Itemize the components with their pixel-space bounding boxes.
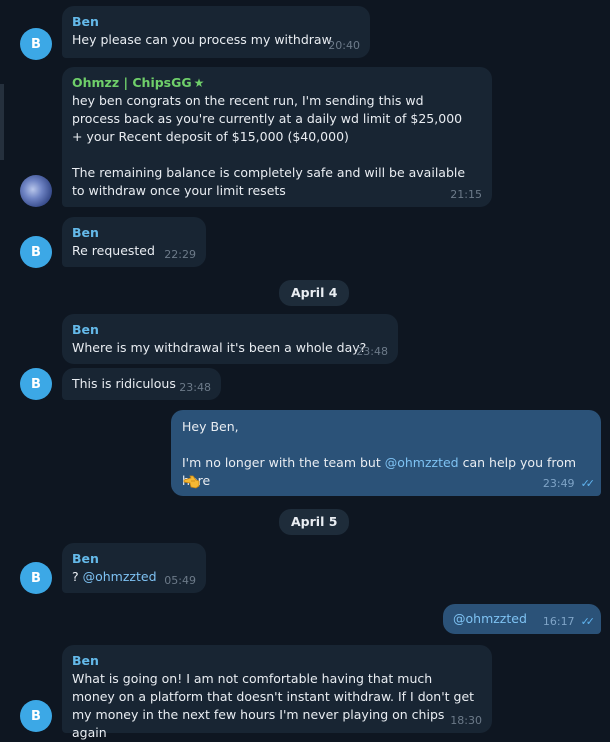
message-text: What is going on! I am not comfortable h… [72,671,479,740]
message-time: 18:30 [450,714,482,727]
message-time: 21:15 [450,188,482,201]
double-check-icon: ✓✓ [580,477,596,490]
message-text: Where is my withdrawal it's been a whole… [72,340,367,355]
message-bubble[interactable]: Ben Re requested 22:29 [62,217,206,267]
message-bubble[interactable]: Ben Where is my withdrawal it's been a w… [62,314,398,364]
sender-name[interactable]: Ben [72,550,196,568]
sender-name[interactable]: Ben [72,652,482,670]
scroll-edge [0,84,4,160]
mention-link[interactable]: @ohmzzted [453,611,527,626]
avatar-ben[interactable]: B [20,236,52,268]
avatar-ohmzz[interactable] [20,175,52,207]
avatar-initial: B [31,708,41,724]
time-text: 23:49 [542,477,575,490]
avatar-initial: B [31,36,41,52]
date-separator: April 5 [279,509,350,535]
sender-name[interactable]: Ben [72,224,196,242]
avatar-initial: B [31,244,41,260]
avatar-initial: B [31,376,41,392]
double-check-icon: ✓✓ [580,615,596,628]
sender-name[interactable]: Ben [72,321,388,339]
message-time: 23:49 ✓✓ [542,477,596,490]
message-text-part: I'm no longer with the team but [182,455,385,470]
message-time: 20:40 [328,39,360,52]
avatar-ben[interactable]: B [20,368,52,400]
star-icon: ★ [193,76,205,90]
sender-row: Ohmzz | ChipsGG ★ [72,74,482,92]
message-time: 05:49 [164,574,196,587]
avatar-ben[interactable]: B [20,28,52,60]
message-text: Hey please can you process my withdraw [72,32,332,47]
avatar-ben[interactable]: B [20,562,52,594]
message-time: 22:29 [164,248,196,261]
mention-link[interactable]: @ohmzzted [385,455,459,470]
message-text: Hey Ben, [182,419,239,434]
message-text: I'm no longer with the team but @ohmzzte… [182,454,590,490]
message-time: 23:48 [356,345,388,358]
date-separator: April 4 [279,280,350,306]
message-bubble[interactable]: Ohmzz | ChipsGG ★ hey ben congrats on the… [62,67,492,207]
message-text: hey ben congrats on the recent run, I'm … [72,93,466,198]
avatar-ben[interactable]: B [20,700,52,732]
message-time: 23:48 [179,381,211,394]
time-text: 16:17 [542,615,575,628]
message-bubble[interactable]: This is ridiculous 23:48 [62,368,221,400]
message-bubble-outgoing[interactable]: Hey Ben, I'm no longer with the team but… [171,410,601,496]
message-bubble[interactable]: Ben What is going on! I am not comfortab… [62,645,492,740]
message-bubble[interactable]: Ben Hey please can you process my withdr… [62,6,370,58]
sender-name[interactable]: Ohmzz | ChipsGG [72,75,192,90]
message-time: 16:17 ✓✓ [542,615,596,628]
pointing-hand-icon [183,475,200,489]
sender-name[interactable]: Ben [72,13,360,31]
message-bubble-outgoing[interactable]: @ohmzzted 16:17 ✓✓ [443,604,601,634]
mention-link[interactable]: @ohmzzted [83,569,157,584]
message-text-part: ? [72,569,83,584]
avatar-initial: B [31,570,41,586]
message-bubble[interactable]: Ben ? @ohmzzted 05:49 [62,543,206,593]
